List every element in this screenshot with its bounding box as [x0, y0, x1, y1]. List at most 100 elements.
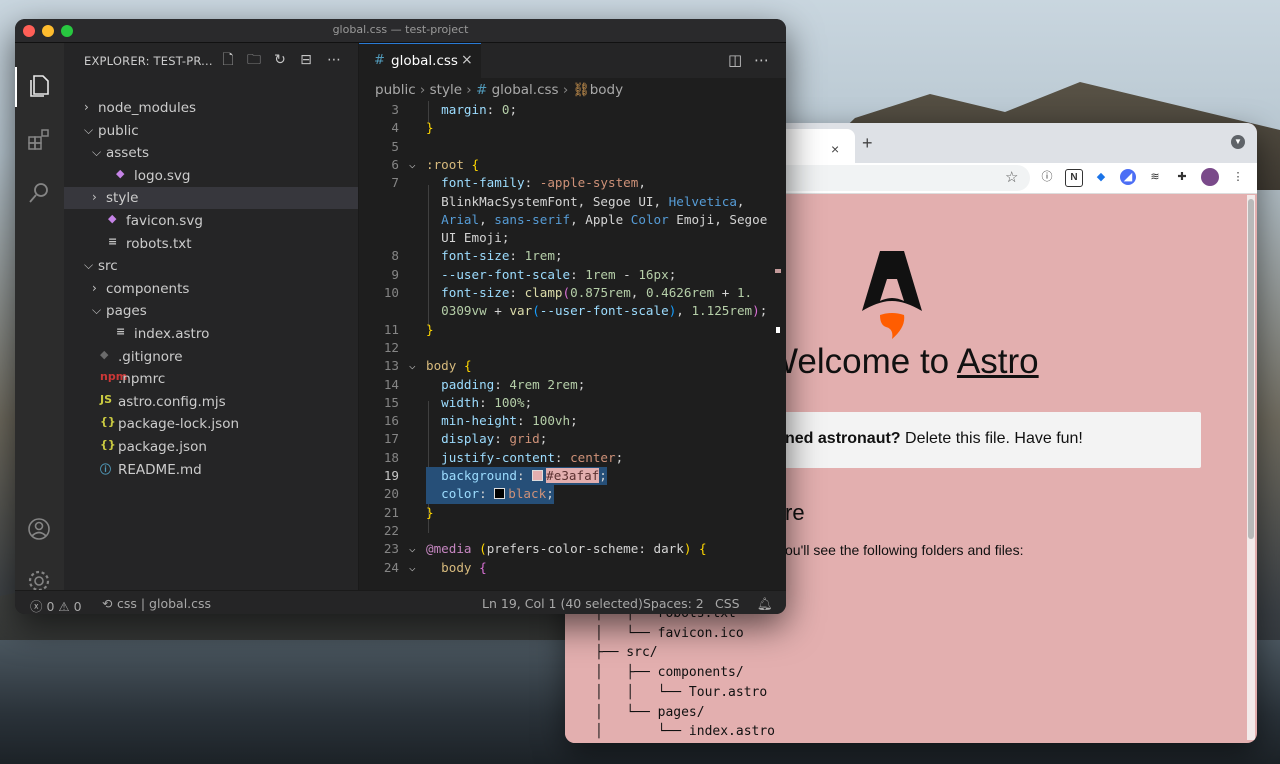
tree-item-label: public — [98, 122, 139, 139]
new-file-icon[interactable]: 🗋 — [219, 51, 237, 69]
tab-search-icon[interactable]: ▼ — [1231, 135, 1245, 149]
page-title: Welcome to Astro — [765, 342, 1039, 382]
onepassword-extension-icon[interactable]: ⓘ — [1039, 169, 1055, 185]
tree-item-components[interactable]: › components — [64, 278, 358, 300]
tree-line: │ └── index.astro — [595, 724, 776, 740]
tree-item-node-modules[interactable]: › node_modules — [64, 97, 358, 119]
chevron-right-icon: › — [84, 100, 89, 114]
code-line: 23 ⌵ @media (prefers-color-scheme: dark) { — [383, 541, 707, 557]
indentation[interactable]: Spaces: 2 — [643, 596, 704, 611]
callout-box: ned astronaut? Delete this file. Have fu… — [765, 412, 1201, 468]
refresh-icon[interactable]: ↻ — [271, 51, 289, 69]
tree-line: │ │ └── Tour.astro — [595, 684, 768, 700]
code-line: 14 padding: 4rem 2rem; — [383, 376, 586, 392]
page-scrollbar-thumb[interactable] — [1248, 199, 1254, 539]
buffer-extension-icon[interactable]: ≋ — [1147, 169, 1163, 185]
close-tab-icon[interactable]: × — [831, 141, 839, 157]
extension-badge-icon[interactable]: ◆ — [1093, 169, 1109, 185]
language-mode[interactable]: CSS — [715, 596, 740, 611]
tree-item-logo-svg[interactable]: ◆ logo.svg — [64, 165, 358, 187]
code-line: 8 font-size: 1rem; — [391, 248, 563, 264]
cursor-position[interactable]: Ln 19, Col 1 (40 selected) — [482, 596, 643, 611]
language-path[interactable]: css | global.css — [117, 596, 211, 611]
code-line: 5 — [391, 138, 399, 154]
git-branch-icon[interactable]: ⟲ — [102, 596, 112, 611]
tree-item-label: assets — [106, 145, 149, 162]
activity-bar — [15, 43, 65, 592]
tree-item-package-lock-json[interactable]: {} package-lock.json — [64, 413, 358, 435]
code-line: 18 justify-content: center; — [383, 449, 624, 465]
section-paragraph: ou'll see the following folders and file… — [785, 542, 1024, 558]
explorer-icon[interactable] — [26, 73, 52, 99]
css-file-icon: # — [374, 53, 385, 68]
breadcrumb-symbol[interactable]: body — [590, 82, 623, 98]
tree-item-readme-md[interactable]: ⓘ README.md — [64, 459, 358, 481]
code-line: 6 ⌵:root { — [391, 156, 480, 172]
notion-extension-icon[interactable]: N — [1065, 169, 1083, 187]
tree-item-pages[interactable]: ⌵ pages — [64, 300, 358, 322]
astro-logo-icon — [862, 251, 922, 339]
tree-item-label: node_modules — [98, 100, 197, 116]
chevron-down-icon: ⌵ — [84, 258, 94, 273]
astro-link[interactable]: Astro — [957, 342, 1039, 381]
code-line: UI Emoji; — [441, 230, 510, 246]
vpn-extension-icon[interactable]: ◢ — [1120, 169, 1136, 185]
code-line: 20 color: black; — [359, 485, 786, 504]
problems-indicator[interactable]: ⓧ 0 ⚠ 0 — [30, 596, 82, 614]
breadcrumb-public[interactable]: public — [375, 82, 416, 98]
tree-item-label: README.md — [118, 461, 202, 478]
code-line: 10 font-size: clamp(0.875rem, 0.4626rem … — [383, 285, 753, 300]
code-line: 19 background: #e3afaf; — [359, 467, 786, 486]
new-folder-icon[interactable]: 🗀 — [245, 51, 263, 69]
tree-item-index-astro[interactable]: ≡ index.astro — [64, 323, 358, 345]
browser-menu-icon[interactable]: ⋮ — [1230, 169, 1246, 185]
color-swatch[interactable] — [532, 470, 544, 481]
tree-item-assets[interactable]: ⌵ assets — [64, 142, 358, 164]
extensions-icon[interactable] — [26, 127, 52, 153]
notifications-bell-icon[interactable]: 🔔︎ — [757, 596, 773, 612]
bookmark-star-icon[interactable]: ☆ — [1005, 168, 1018, 186]
explorer-sidebar: EXPLORER: TEST-PR... 🗋 🗀 ↻ ⊟ ⋯ › node_mod… — [64, 43, 359, 590]
tree-item--npmrc[interactable]: npm .npmrc — [64, 368, 358, 390]
tree-item-public[interactable]: ⌵ public — [64, 120, 358, 142]
tree-line: │ └── pages/ — [595, 704, 705, 720]
editor-more-icon[interactable]: ⋯ — [754, 51, 769, 69]
vscode-window: global.css — test-project EXPLORER: TEST… — [15, 19, 786, 614]
git-file-icon: ◆ — [100, 347, 109, 361]
tree-item-label: src — [98, 258, 118, 275]
code-editor[interactable]: 3 margin: 0; 4} 5 6 ⌵:root { 7 font-famil… — [359, 101, 786, 590]
tree-item-favicon-svg[interactable]: ◆ favicon.svg — [64, 210, 358, 232]
tab-global-css[interactable]: # global.css × — [359, 43, 481, 79]
more-actions-icon[interactable]: ⋯ — [325, 51, 343, 69]
puzzle-extensions-icon[interactable]: ✚ — [1174, 169, 1190, 185]
code-line: 0309vw + var(--user-font-scale), 1.125re… — [441, 303, 768, 319]
tree-item-robots-txt[interactable]: ≡ robots.txt — [64, 233, 358, 255]
explorer-title: EXPLORER: TEST-PR... — [84, 54, 213, 68]
json-file-icon: {} — [100, 438, 116, 451]
txt-file-icon: ≡ — [108, 234, 118, 248]
breadcrumb: public › style › # global.css › ⛓body — [375, 82, 624, 98]
minimap-marker — [776, 327, 780, 333]
tree-item--gitignore[interactable]: ◆ .gitignore — [64, 346, 358, 368]
tree-item-style[interactable]: › style — [64, 187, 358, 210]
color-swatch[interactable] — [494, 488, 506, 500]
code-line: 4} — [391, 120, 434, 136]
breadcrumb-style[interactable]: style — [430, 82, 462, 98]
tree-item-label: .gitignore — [118, 348, 183, 365]
search-icon[interactable] — [26, 180, 52, 206]
tree-item-label: pages — [106, 303, 147, 320]
new-tab-button[interactable]: + — [862, 133, 873, 154]
symbol-icon: ⛓ — [572, 82, 590, 98]
code-line: 9 --user-font-scale: 1rem - 16px; — [391, 266, 677, 282]
code-line: 16 min-height: 100vh; — [383, 413, 578, 429]
tree-item-package-json[interactable]: {} package.json — [64, 436, 358, 458]
close-tab-icon[interactable]: × — [461, 52, 473, 68]
breadcrumb-file[interactable]: global.css — [492, 82, 559, 98]
accounts-icon[interactable] — [26, 516, 52, 542]
css-file-icon: # — [476, 82, 492, 98]
split-editor-icon[interactable]: ◫ — [728, 51, 742, 69]
tree-item-src[interactable]: ⌵ src — [64, 255, 358, 277]
collapse-all-icon[interactable]: ⊟ — [297, 51, 315, 69]
tree-item-astro-config-mjs[interactable]: JS astro.config.mjs — [64, 391, 358, 413]
profile-avatar[interactable] — [1201, 168, 1219, 186]
